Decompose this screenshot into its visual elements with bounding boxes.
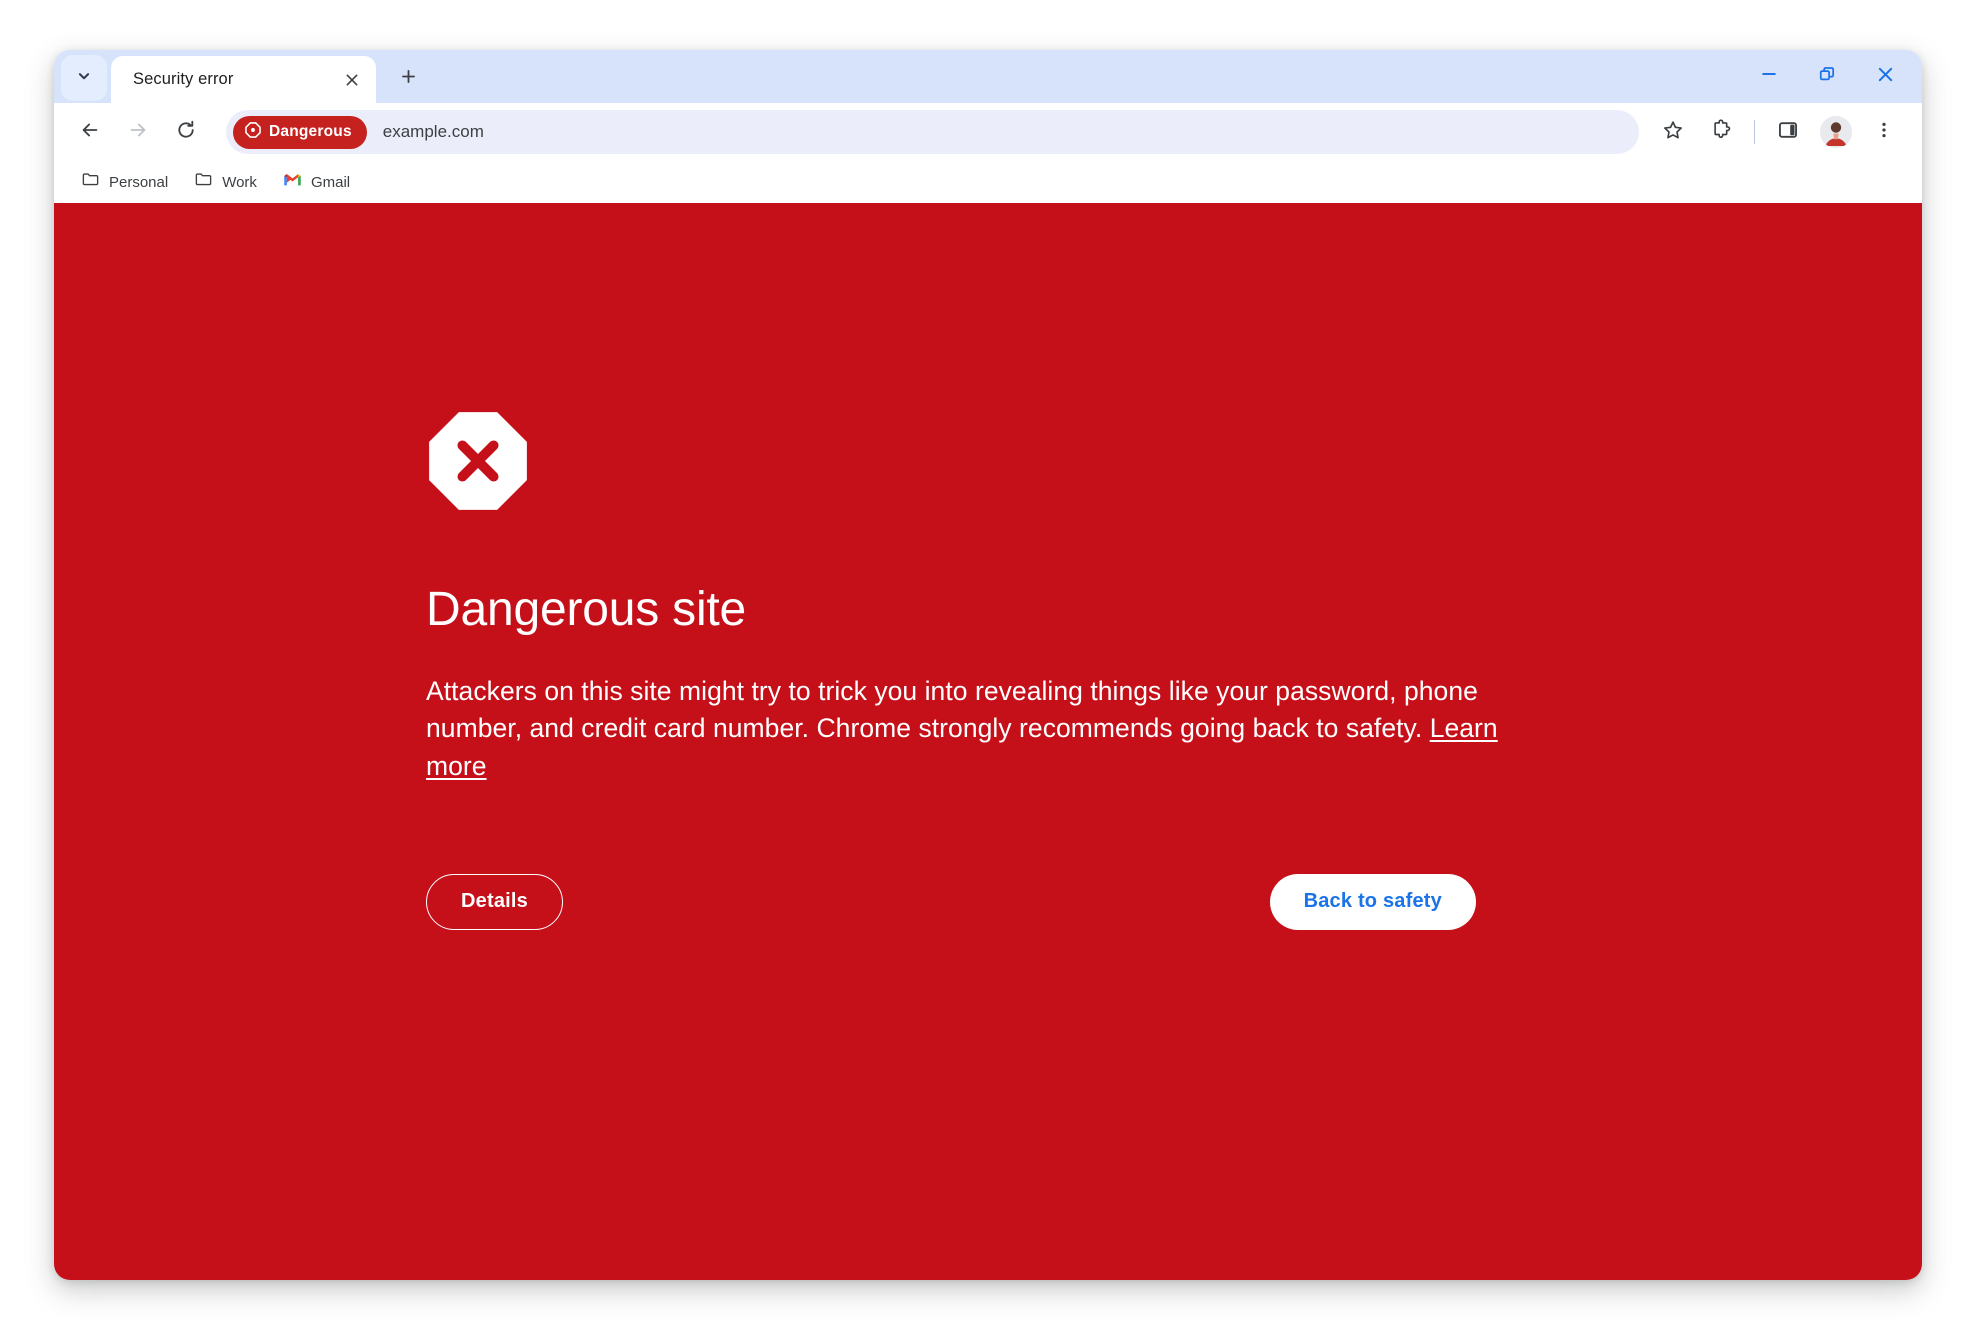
tab-search-button[interactable] — [61, 55, 107, 101]
folder-icon — [194, 170, 213, 194]
window-controls — [1742, 50, 1922, 103]
close-icon — [1875, 64, 1896, 90]
dangerous-octagon-icon — [244, 121, 262, 144]
extensions-button[interactable] — [1697, 108, 1745, 156]
forward-button — [114, 108, 162, 156]
side-panel-button[interactable] — [1764, 108, 1812, 156]
bookmark-work[interactable]: Work — [183, 166, 268, 198]
bookmark-gmail[interactable]: Gmail — [272, 166, 361, 198]
page-title: Dangerous site — [426, 583, 747, 636]
reload-icon — [175, 119, 197, 146]
security-status-label: Dangerous — [269, 123, 352, 140]
gmail-icon — [283, 172, 302, 192]
window-minimize-button[interactable] — [1742, 54, 1796, 100]
tab-security-error[interactable]: Security error — [111, 56, 376, 103]
bookmark-personal[interactable]: Personal — [70, 166, 179, 198]
screenshot-root: Security error Dangerous example.com Per… — [0, 0, 1976, 1338]
reload-button[interactable] — [162, 108, 210, 156]
address-bar[interactable]: Dangerous example.com — [226, 110, 1639, 154]
bookmark-label: Personal — [109, 173, 169, 191]
security-interstitial: Dangerous site Attackers on this site mi… — [426, 409, 1566, 930]
tab-title: Security error — [133, 70, 234, 88]
security-status-chip[interactable]: Dangerous — [233, 115, 367, 149]
folder-icon — [81, 170, 100, 194]
three-dot-menu-icon — [1874, 120, 1894, 145]
puzzle-piece-icon — [1710, 118, 1732, 146]
interstitial-actions: Details Back to safety — [426, 873, 1476, 930]
profile-avatar-button[interactable] — [1812, 108, 1860, 156]
interstitial-body: Attackers on this site might try to tric… — [426, 673, 1541, 786]
bookmarks-bar: Personal Work Gmail — [54, 161, 1922, 203]
avatar — [1820, 116, 1852, 148]
minimize-icon — [1759, 64, 1779, 89]
restore-icon — [1817, 64, 1837, 89]
arrow-right-icon — [127, 119, 149, 146]
toolbar-divider — [1754, 120, 1755, 144]
back-button[interactable] — [66, 108, 114, 156]
window-close-button[interactable] — [1858, 54, 1912, 100]
details-button[interactable]: Details — [426, 873, 563, 930]
bookmark-label: Gmail — [310, 173, 351, 191]
new-tab-button[interactable] — [388, 59, 428, 99]
star-icon — [1662, 119, 1684, 146]
page-viewport: Dangerous site Attackers on this site mi… — [54, 203, 1922, 1280]
window-restore-button[interactable] — [1800, 54, 1854, 100]
interstitial-body-text: Attackers on this site might try to tric… — [426, 675, 1478, 744]
back-to-safety-button[interactable]: Back to safety — [1269, 873, 1476, 930]
chrome-menu-button[interactable] — [1860, 108, 1908, 156]
bookmark-label: Work — [222, 173, 257, 191]
bookmark-star-button[interactable] — [1649, 108, 1697, 156]
side-panel-icon — [1777, 119, 1799, 146]
tab-strip: Security error — [54, 50, 1922, 103]
address-bar-url: example.com — [382, 122, 484, 141]
arrow-left-icon — [79, 119, 101, 146]
browser-toolbar: Dangerous example.com — [54, 103, 1922, 161]
octagon-x-icon — [426, 409, 1566, 518]
browser-window: Security error Dangerous example.com Per… — [54, 50, 1922, 1280]
plus-icon — [399, 67, 418, 91]
close-icon[interactable] — [338, 66, 366, 94]
chevron-down-icon — [75, 67, 93, 90]
